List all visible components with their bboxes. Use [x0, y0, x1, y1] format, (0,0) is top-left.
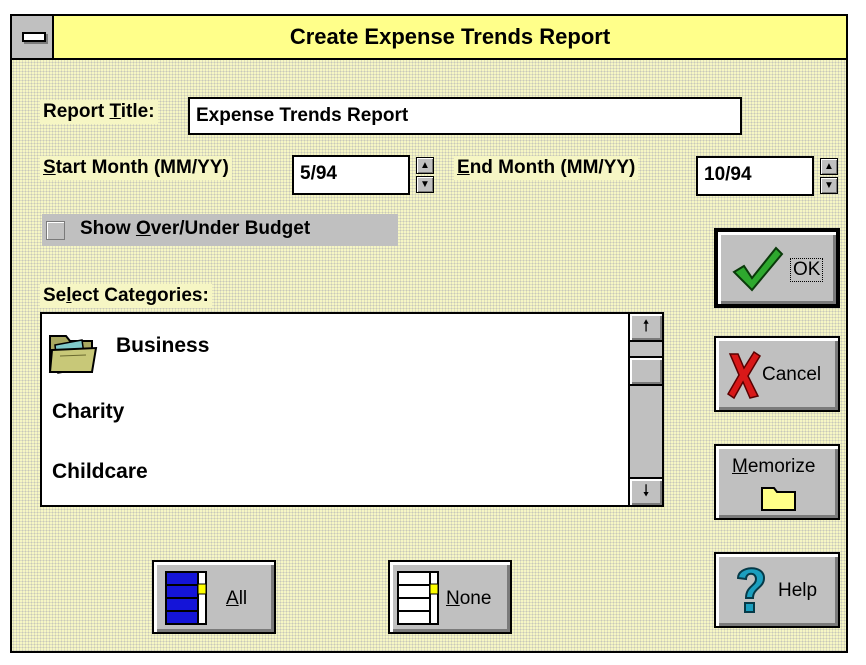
memorize-button-label: Memorize	[732, 456, 815, 478]
show-over-under-budget-checkbox[interactable]: Show Over/Under Budget	[42, 214, 398, 246]
checkmark-icon	[732, 246, 784, 292]
start-month-field[interactable]: 5/94	[292, 155, 410, 195]
memorize-label-accel: M	[732, 456, 748, 477]
cancel-button[interactable]: Cancel	[714, 336, 840, 412]
list-item[interactable]: Charity	[52, 400, 124, 424]
title-bar: Create Expense Trends Report	[12, 16, 846, 60]
scroll-thumb[interactable]	[630, 356, 662, 386]
select-all-icon	[165, 571, 207, 625]
list-item[interactable]: Childcare	[52, 460, 148, 484]
all-button-label: All	[226, 588, 247, 610]
dialog-window: Create Expense Trends Report Report Titl…	[10, 14, 848, 653]
all-label-rest: ll	[238, 588, 248, 609]
red-x-icon	[726, 350, 762, 400]
scroll-down-arrow-icon[interactable]: 🠗	[630, 477, 662, 505]
none-button[interactable]: None	[388, 560, 512, 634]
all-label-accel: A	[226, 588, 239, 609]
memorize-label-rest: emorize	[747, 456, 816, 477]
none-label-accel: N	[446, 588, 460, 609]
scroll-up-arrow-icon[interactable]: 🠕	[630, 314, 662, 342]
start-month-label: Start Month (MM/YY)	[40, 156, 232, 180]
none-label-rest: one	[459, 588, 492, 609]
question-mark-icon	[736, 567, 766, 613]
report-title-label-rest: itle:	[120, 101, 155, 122]
categories-scrollbar[interactable]: 🠕 🠗	[628, 314, 662, 505]
report-title-field[interactable]: Expense Trends Report	[188, 97, 742, 135]
start-month-down-arrow-icon[interactable]: ▼	[416, 176, 434, 193]
checkbox-box[interactable]	[46, 221, 65, 240]
start-month-spinner[interactable]: ▲ ▼	[416, 157, 434, 193]
end-month-field[interactable]: 10/94	[696, 156, 814, 196]
help-button-label: Help	[778, 580, 818, 601]
categories-label-rest: ect Categories:	[71, 285, 209, 306]
system-menu-icon	[22, 32, 46, 42]
end-month-up-arrow-icon[interactable]: ▲	[820, 158, 838, 175]
show-budget-label-text: Show	[80, 218, 136, 239]
ok-button[interactable]: OK	[714, 228, 840, 308]
report-title-label: Report Title:	[40, 100, 158, 124]
start-month-label-rest: tart Month (MM/YY)	[55, 157, 229, 178]
report-title-label-accel: T	[109, 101, 121, 122]
select-categories-label: Select Categories:	[40, 284, 212, 308]
select-none-icon	[397, 571, 439, 625]
memorize-button[interactable]: Memorize	[714, 444, 840, 520]
window-title: Create Expense Trends Report	[289, 24, 611, 49]
cancel-button-label: Cancel	[762, 364, 822, 385]
show-budget-label-rest: ver/Under Budget	[150, 218, 311, 239]
system-menu-button[interactable]	[12, 16, 54, 58]
show-budget-label: Show Over/Under Budget	[80, 218, 310, 240]
end-month-label-accel: E	[457, 157, 470, 178]
list-item-label: Charity	[52, 400, 125, 423]
all-button[interactable]: All	[152, 560, 276, 634]
end-month-label-rest: nd Month (MM/YY)	[469, 157, 636, 178]
categories-listbox[interactable]: Business Charity Childcare 🠕 🠗	[40, 312, 664, 507]
help-button[interactable]: Help	[714, 552, 840, 628]
list-item-label: Childcare	[52, 460, 148, 483]
ok-button-label: OK	[790, 258, 824, 282]
show-budget-label-accel: O	[135, 218, 151, 239]
report-title-label-text: Report	[43, 101, 110, 122]
start-month-label-accel: S	[43, 157, 56, 178]
folder-icon	[761, 487, 796, 511]
folder-icon	[48, 335, 98, 374]
end-month-down-arrow-icon[interactable]: ▼	[820, 177, 838, 194]
end-month-label: End Month (MM/YY)	[454, 156, 639, 180]
start-month-up-arrow-icon[interactable]: ▲	[416, 157, 434, 174]
none-button-label: None	[446, 588, 491, 610]
categories-label-text: Se	[43, 285, 67, 306]
list-item-label: Business	[116, 334, 210, 357]
end-month-spinner[interactable]: ▲ ▼	[820, 158, 838, 194]
